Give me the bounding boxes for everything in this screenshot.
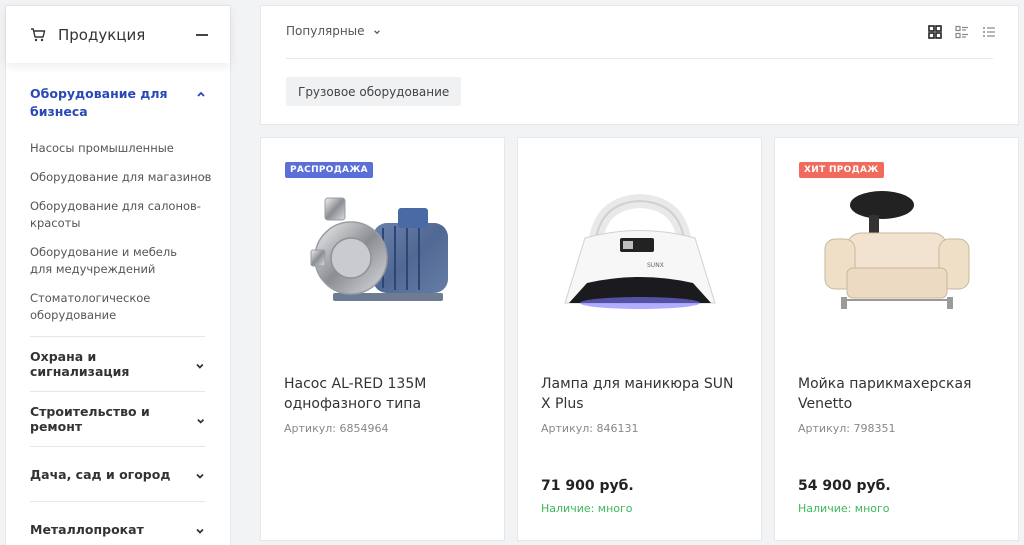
- subcategory-item[interactable]: Оборудование для магазинов: [30, 169, 211, 186]
- hit-badge: ХИТ ПРОДАЖ: [799, 162, 884, 178]
- subcategory-item[interactable]: Оборудование и мебель для медучреждений: [30, 244, 206, 278]
- product-image-pump[interactable]: [285, 178, 480, 328]
- stock-status: Наличие: много: [798, 502, 890, 515]
- collapse-minus-icon[interactable]: [196, 33, 208, 36]
- active-category-label: Оборудование для бизнеса: [30, 86, 168, 119]
- sidebar-category[interactable]: Строительство и ремонт: [30, 391, 205, 446]
- filter-chip[interactable]: Грузовое оборудование: [286, 77, 462, 106]
- product-sku: Артикул: 846131: [541, 422, 639, 435]
- sale-badge: РАСПРОДАЖА: [285, 162, 373, 178]
- sort-label: Популярные: [286, 24, 365, 38]
- product-card[interactable]: ХИТ ПРОДАЖ Мойка парикмахерская Venetto …: [774, 137, 1019, 541]
- product-card[interactable]: SUNX Лампа для маникюра SUN X Plus Артик…: [517, 137, 762, 541]
- toolbar-divider: [286, 58, 993, 59]
- chevron-up-icon: [197, 91, 205, 97]
- subcategory-item[interactable]: Стоматологическое оборудование: [30, 290, 206, 324]
- product-image-chair[interactable]: [799, 178, 994, 328]
- sidebar-title: Продукция: [58, 25, 146, 44]
- product-title[interactable]: Насос AL-RED 135M однофазного типа: [284, 374, 484, 414]
- catalog-sidebar: Продукция Оборудование для бизнеса Насос…: [5, 5, 231, 545]
- chevron-down-icon[interactable]: [202, 172, 206, 182]
- svg-text:SUNX: SUNX: [647, 262, 664, 269]
- product-title[interactable]: Лампа для маникюра SUN X Plus: [541, 374, 741, 414]
- sidebar-category-active[interactable]: Оборудование для бизнеса: [30, 85, 206, 121]
- chevron-down-icon: [196, 418, 204, 424]
- pump-image: [310, 197, 448, 301]
- product-title[interactable]: Мойка парикмахерская Venetto: [798, 374, 998, 414]
- product-card[interactable]: РАСПРОДАЖА Насос AL-RED 135M однофазного…: [260, 137, 505, 541]
- sort-dropdown[interactable]: Популярные: [286, 24, 381, 38]
- grid-view-icon[interactable]: [928, 25, 942, 39]
- product-sku: Артикул: 798351: [798, 422, 896, 435]
- detailed-list-view-icon[interactable]: [955, 25, 969, 39]
- product-price: 54 900 руб.: [798, 478, 891, 494]
- subcategory-list: Насосы промышленные Оборудование для маг…: [30, 140, 211, 324]
- product-price: 71 900 руб.: [541, 478, 634, 494]
- chevron-down-icon: [196, 473, 204, 479]
- list-view-icon[interactable]: [982, 25, 996, 39]
- view-switcher: [928, 25, 996, 39]
- sidebar-category[interactable]: Охрана и сигнализация: [30, 336, 205, 391]
- chair-image: [824, 191, 969, 309]
- chevron-down-icon: [373, 29, 380, 34]
- product-sku: Артикул: 6854964: [284, 422, 389, 435]
- cart-icon: [31, 27, 46, 41]
- sidebar-category[interactable]: Металлопрокат: [30, 501, 205, 545]
- stock-status: Наличие: много: [541, 502, 633, 515]
- subcategory-item[interactable]: Оборудование для салонов-красоты: [30, 198, 206, 232]
- product-image-lamp[interactable]: SUNX: [542, 178, 737, 328]
- chevron-down-icon: [196, 363, 204, 369]
- sidebar-header[interactable]: Продукция: [6, 6, 230, 63]
- chevron-down-icon: [196, 528, 204, 534]
- catalog-toolbar: Популярные Грузовое оборудование: [260, 5, 1019, 125]
- lamp-image: SUNX: [563, 193, 716, 309]
- sidebar-category[interactable]: Дача, сад и огород: [30, 446, 205, 501]
- subcategory-item[interactable]: Насосы промышленные: [30, 140, 206, 157]
